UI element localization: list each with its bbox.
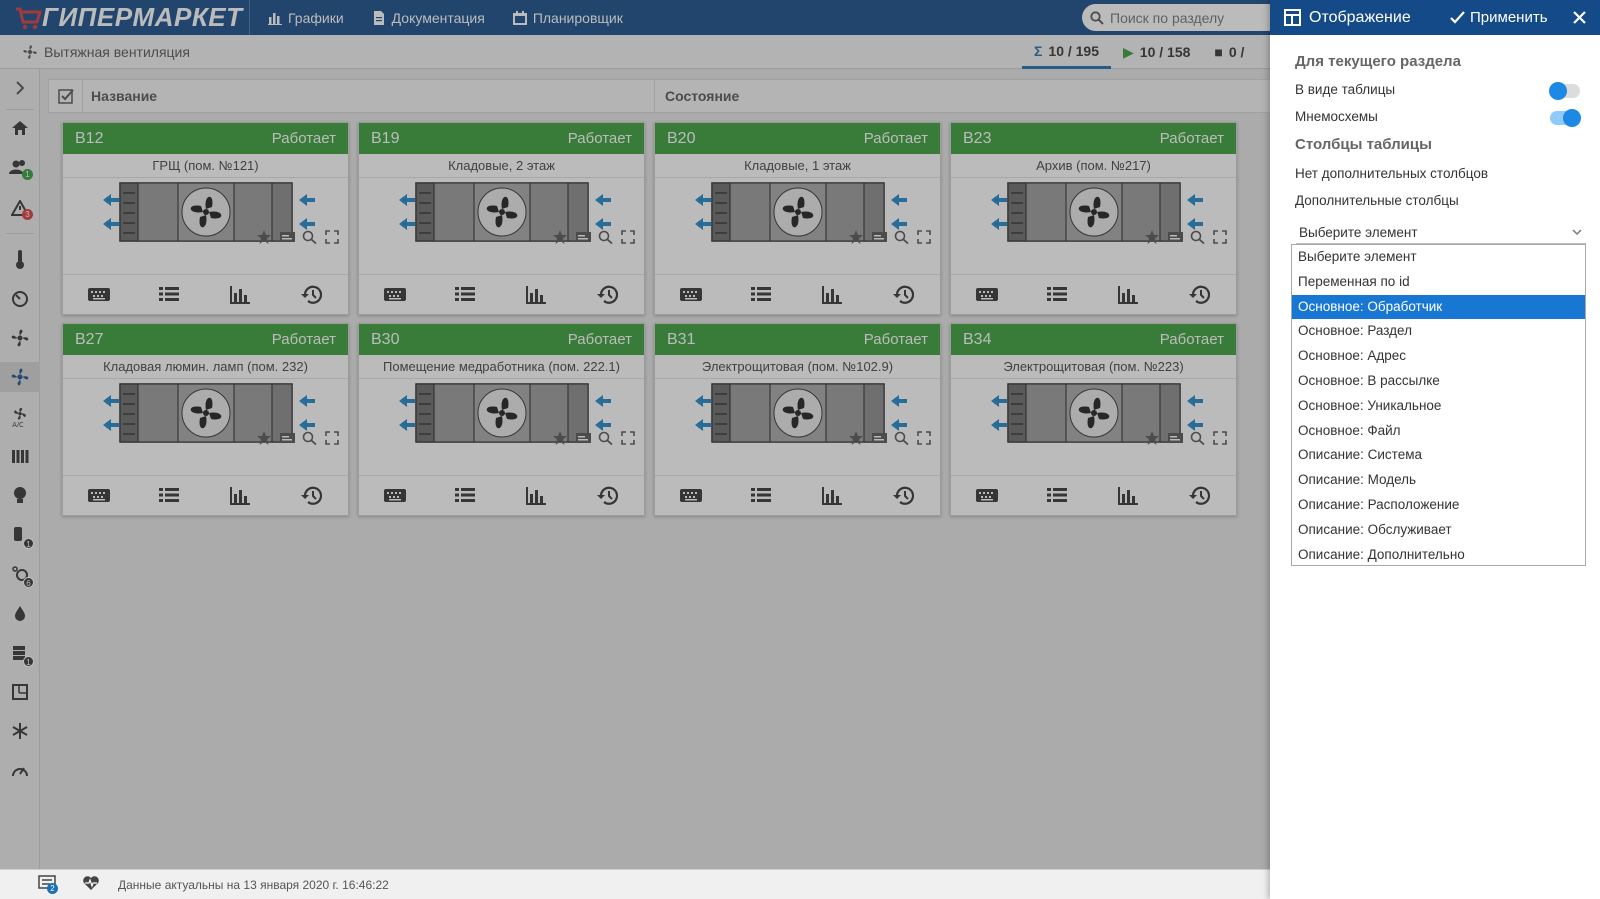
- toggle-schemes[interactable]: [1550, 109, 1581, 127]
- dropdown-option[interactable]: Описание: Модель: [1292, 468, 1585, 493]
- dropdown-option[interactable]: Основное: Обработчик: [1292, 294, 1585, 320]
- dropdown-option[interactable]: Основное: Уникальное: [1292, 394, 1585, 419]
- extra-columns-select[interactable]: Выберите элемент: [1296, 222, 1586, 244]
- apply-label: Применить: [1470, 9, 1548, 26]
- dropdown-option[interactable]: Основное: Файл: [1292, 419, 1585, 444]
- section-current-title: Для текущего раздела: [1295, 53, 1461, 70]
- modal-overlay[interactable]: [0, 0, 1270, 899]
- dropdown-option[interactable]: Основное: В рассылке: [1292, 369, 1585, 394]
- check-icon: [1450, 11, 1465, 24]
- toggle-knob: [1549, 82, 1567, 100]
- extra-columns-label: Дополнительные столбцы: [1295, 193, 1459, 208]
- select-value: Выберите элемент: [1299, 225, 1418, 240]
- messages-button[interactable]: 2: [38, 874, 58, 895]
- dropdown-option[interactable]: Описание: Расположение: [1292, 493, 1585, 518]
- dropdown-option[interactable]: Основное: Раздел: [1292, 319, 1585, 344]
- chevron-down-icon: [1572, 229, 1582, 236]
- dropdown-option[interactable]: Описание: Дополнительно: [1292, 543, 1585, 568]
- display-settings-panel: Отображение Применить Для текущего разде…: [1270, 0, 1600, 899]
- toggle-schemes-label: Мнемосхемы: [1295, 109, 1378, 124]
- heartbeat-icon: [83, 876, 99, 890]
- section-columns-title: Столбцы таблицы: [1295, 136, 1432, 153]
- close-button[interactable]: [1573, 0, 1586, 35]
- toggle-table-label: В виде таблицы: [1295, 82, 1396, 97]
- select-dropdown: Выберите элемент Переменная по id Основное…: [1291, 244, 1586, 566]
- no-extra-columns-text: Нет дополнительных столбцов: [1295, 166, 1489, 181]
- close-icon: [1573, 11, 1586, 24]
- dropdown-option[interactable]: Выберите элемент: [1292, 245, 1585, 270]
- toggle-knob: [1563, 109, 1581, 127]
- dropdown-option[interactable]: Описание: Обслуживает: [1292, 518, 1585, 543]
- heartbeat-button[interactable]: [82, 875, 100, 894]
- data-timestamp: Данные актуальны на 13 января 2020 г. 16…: [118, 877, 389, 892]
- status-bar: 2 Данные актуальны на 13 января 2020 г. …: [0, 869, 1270, 899]
- dropdown-option[interactable]: Переменная по id: [1292, 270, 1585, 295]
- panel-header: Отображение Применить: [1270, 0, 1600, 35]
- toggle-schemes-row: Мнемосхемы: [1295, 109, 1585, 124]
- panel-title: Отображение: [1309, 8, 1411, 26]
- table-icon: [1284, 9, 1301, 26]
- toggle-table-row: В виде таблицы: [1295, 82, 1585, 97]
- messages-badge: 2: [47, 882, 58, 894]
- apply-button[interactable]: Применить: [1450, 0, 1548, 35]
- dropdown-option[interactable]: Описание: Система: [1292, 443, 1585, 468]
- dropdown-option[interactable]: Основное: Адрес: [1292, 344, 1585, 369]
- toggle-table-view[interactable]: [1549, 82, 1580, 100]
